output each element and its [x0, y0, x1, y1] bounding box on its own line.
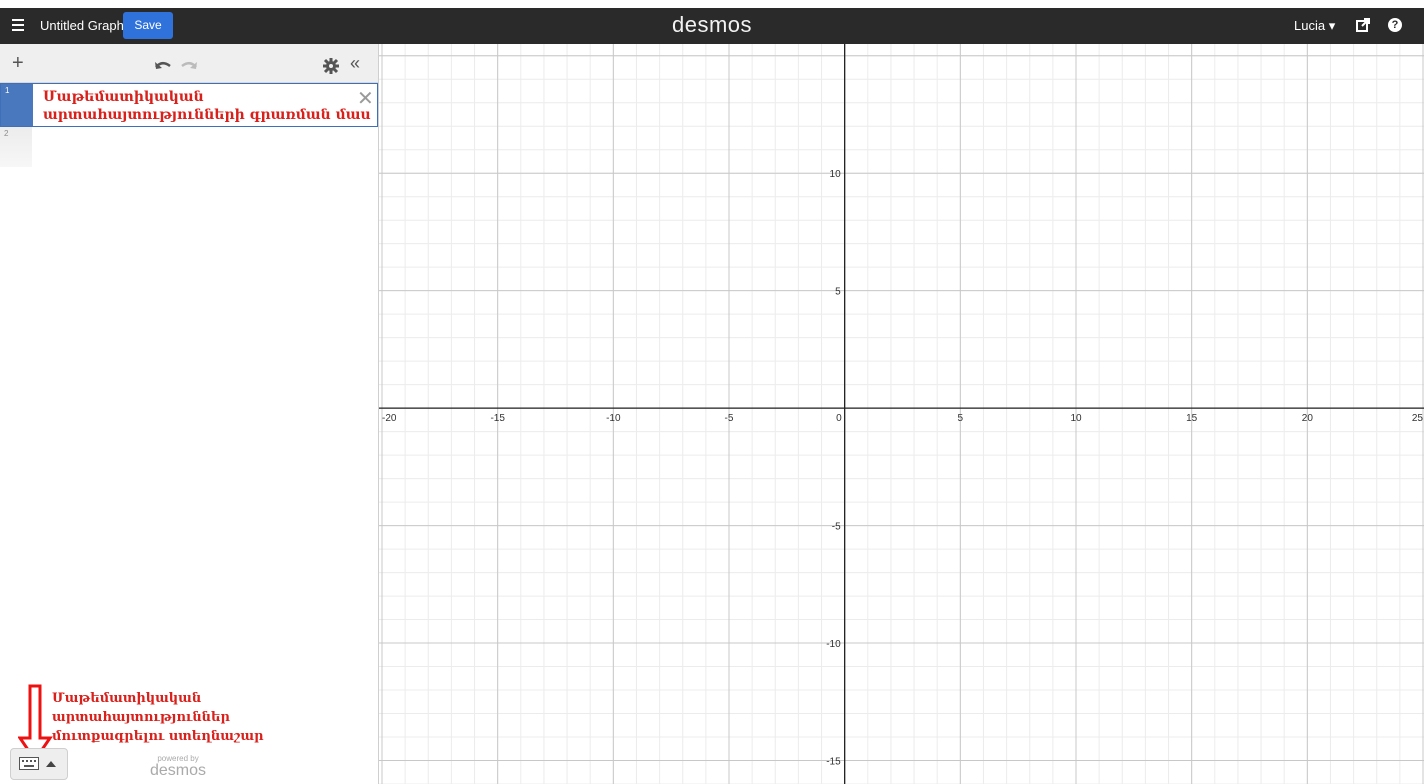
y-tick-label: -10	[826, 639, 841, 650]
x-tick-label: -15	[490, 413, 505, 424]
y-tick-label: -15	[826, 757, 841, 768]
undo-icon[interactable]	[154, 56, 172, 78]
expression-toolbar: + «	[0, 44, 378, 83]
delete-expression-icon[interactable]: ✕	[357, 86, 374, 111]
expression-row[interactable]: 1 Մաթեմատիկական արտահայտությունների գրառ…	[0, 83, 378, 127]
powered-by: powered by desmos	[150, 754, 207, 779]
y-tick-label: 5	[835, 287, 841, 298]
expression-text[interactable]: Մաթեմատիկական արտահայտությունների գրառմա…	[43, 88, 371, 124]
add-item-icon[interactable]: +	[12, 52, 24, 74]
x-tick-label: 5	[958, 413, 964, 424]
y-tick-label: -5	[832, 522, 841, 533]
help-icon[interactable]: ?	[1388, 18, 1402, 32]
top-bar: Untitled Graph Save desmos Lucia ▾ ?	[0, 8, 1424, 44]
x-tick-label: 25	[1412, 413, 1424, 424]
expression-panel: + « 1 Մաթեմատիկական արտահայտությունների …	[0, 44, 379, 784]
y-tick-label: 10	[830, 169, 842, 180]
collapse-panel-icon[interactable]: «	[350, 52, 360, 74]
x-tick-label: 0	[836, 413, 842, 424]
keyboard-icon	[19, 757, 39, 770]
desmos-logo: desmos	[671, 12, 753, 37]
graph-title[interactable]: Untitled Graph	[40, 18, 124, 33]
keyboard-toggle-button[interactable]	[10, 748, 68, 780]
x-tick-label: -10	[606, 413, 621, 424]
gear-icon[interactable]	[323, 55, 339, 77]
graph-canvas[interactable]: -20 -15 -10 -5 0 5 10 15 20 25 10 5 -5 -10 -15	[379, 44, 1424, 784]
x-tick-label: 15	[1186, 413, 1198, 424]
keyboard-annotation: Մաթեմատիկական արտահայտություններ մուտքագ…	[52, 691, 264, 744]
share-icon[interactable]	[1356, 18, 1370, 32]
caret-up-icon	[46, 761, 56, 767]
save-button[interactable]: Save	[123, 12, 173, 39]
expression-row-empty[interactable]: 2	[0, 127, 32, 167]
graph-grid[interactable]: -20 -15 -10 -5 0 5 10 15 20 25 10 5 -5 -10 -15	[379, 44, 1424, 784]
x-tick-label: 20	[1302, 413, 1314, 424]
menu-icon[interactable]	[10, 16, 26, 36]
row-index: 1	[1, 84, 33, 126]
user-menu[interactable]: Lucia ▾	[1294, 18, 1335, 34]
x-tick-label: -5	[725, 413, 734, 424]
x-tick-label: 10	[1070, 413, 1082, 424]
redo-icon[interactable]	[180, 56, 198, 78]
x-tick-label: -20	[382, 413, 397, 424]
